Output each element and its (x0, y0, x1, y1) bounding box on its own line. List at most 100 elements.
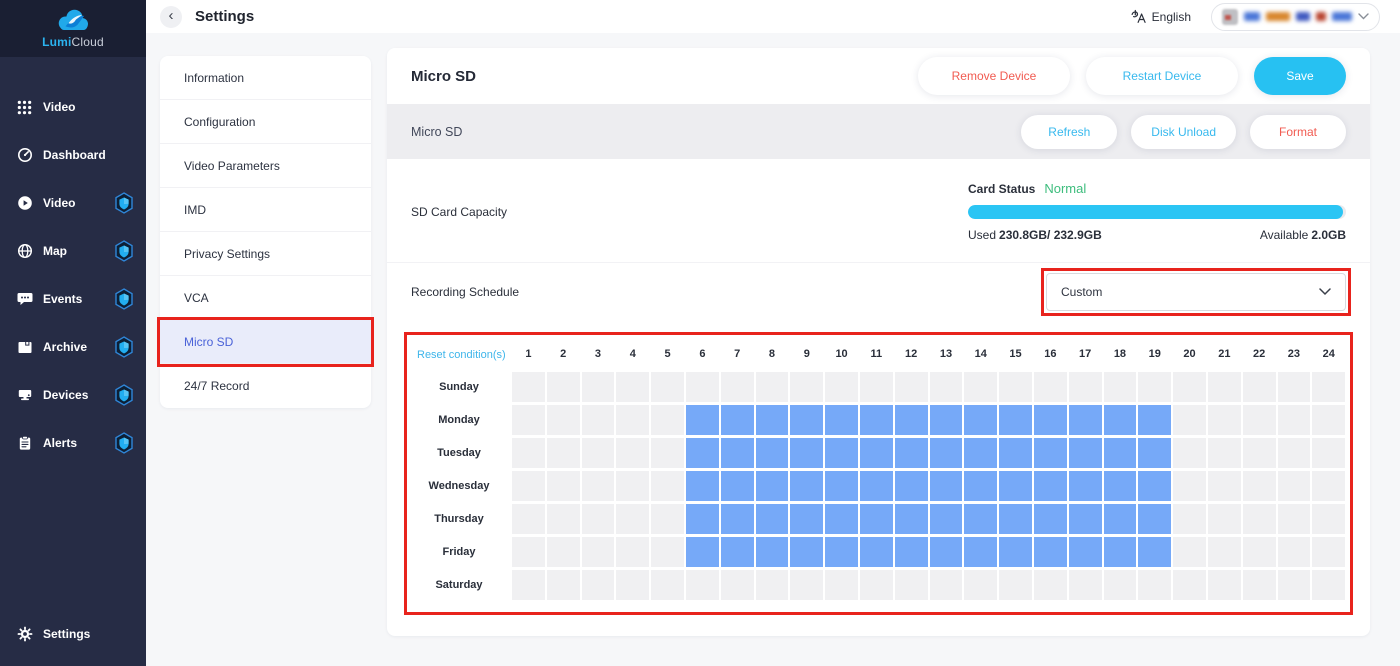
schedule-cell[interactable] (756, 438, 789, 468)
sidebar-item-settings[interactable]: Settings (0, 610, 146, 658)
schedule-cell[interactable] (1243, 438, 1276, 468)
disk-unload-button[interactable]: Disk Unload (1131, 115, 1236, 149)
schedule-cell[interactable] (1173, 570, 1206, 600)
schedule-cell[interactable] (1104, 504, 1137, 534)
schedule-cell[interactable] (651, 405, 684, 435)
schedule-cell[interactable] (1278, 471, 1311, 501)
schedule-cell[interactable] (1138, 372, 1171, 402)
settings-nav-item-micro-sd[interactable]: Micro SD (160, 320, 371, 364)
schedule-cell[interactable] (1173, 504, 1206, 534)
schedule-cell[interactable] (1138, 438, 1171, 468)
schedule-cell[interactable] (1312, 570, 1345, 600)
schedule-cell[interactable] (1278, 504, 1311, 534)
schedule-cell[interactable] (999, 405, 1032, 435)
schedule-cell[interactable] (1173, 405, 1206, 435)
schedule-cell[interactable] (721, 372, 754, 402)
refresh-button[interactable]: Refresh (1021, 115, 1117, 149)
schedule-cell[interactable] (1104, 438, 1137, 468)
sidebar-item-dashboard-1[interactable]: Dashboard (0, 131, 146, 179)
schedule-cell[interactable] (895, 471, 928, 501)
schedule-cell[interactable] (1312, 438, 1345, 468)
schedule-cell[interactable] (721, 471, 754, 501)
schedule-cell[interactable] (999, 504, 1032, 534)
schedule-cell[interactable] (1069, 471, 1102, 501)
schedule-cell[interactable] (1173, 372, 1206, 402)
schedule-cell[interactable] (1138, 471, 1171, 501)
schedule-cell[interactable] (721, 405, 754, 435)
schedule-cell[interactable] (756, 471, 789, 501)
schedule-cell[interactable] (1034, 537, 1067, 567)
schedule-cell[interactable] (825, 504, 858, 534)
schedule-cell[interactable] (512, 570, 545, 600)
schedule-cell[interactable] (547, 537, 580, 567)
schedule-cell[interactable] (1208, 405, 1241, 435)
schedule-cell[interactable] (1243, 372, 1276, 402)
schedule-cell[interactable] (582, 570, 615, 600)
schedule-cell[interactable] (930, 471, 963, 501)
schedule-cell[interactable] (825, 537, 858, 567)
restart-device-button[interactable]: Restart Device (1086, 57, 1238, 95)
schedule-cell[interactable] (512, 537, 545, 567)
schedule-cell[interactable] (825, 405, 858, 435)
schedule-cell[interactable] (1069, 405, 1102, 435)
reset-conditions-link[interactable]: Reset condition(s) (407, 349, 506, 361)
schedule-cell[interactable] (1138, 504, 1171, 534)
schedule-cell[interactable] (1069, 537, 1102, 567)
sidebar-item-video-0[interactable]: Video (0, 83, 146, 131)
schedule-cell[interactable] (616, 570, 649, 600)
schedule-cell[interactable] (686, 570, 719, 600)
schedule-cell[interactable] (756, 537, 789, 567)
schedule-cell[interactable] (547, 504, 580, 534)
schedule-cell[interactable] (547, 471, 580, 501)
schedule-cell[interactable] (790, 570, 823, 600)
schedule-cell[interactable] (616, 438, 649, 468)
schedule-cell[interactable] (582, 504, 615, 534)
schedule-cell[interactable] (895, 372, 928, 402)
schedule-cell[interactable] (1104, 372, 1137, 402)
schedule-cell[interactable] (1138, 570, 1171, 600)
schedule-cell[interactable] (1243, 471, 1276, 501)
schedule-cell[interactable] (651, 471, 684, 501)
schedule-cell[interactable] (582, 405, 615, 435)
schedule-cell[interactable] (547, 372, 580, 402)
schedule-cell[interactable] (1208, 438, 1241, 468)
schedule-cell[interactable] (999, 537, 1032, 567)
schedule-cell[interactable] (930, 504, 963, 534)
schedule-cell[interactable] (1208, 504, 1241, 534)
schedule-cell[interactable] (860, 537, 893, 567)
schedule-cell[interactable] (964, 438, 997, 468)
language-selector[interactable]: English (1131, 9, 1191, 24)
schedule-cell[interactable] (616, 405, 649, 435)
schedule-cell[interactable] (547, 570, 580, 600)
schedule-cell[interactable] (1278, 372, 1311, 402)
account-menu[interactable] (1211, 3, 1380, 31)
schedule-cell[interactable] (512, 438, 545, 468)
schedule-cell[interactable] (999, 438, 1032, 468)
schedule-cell[interactable] (1173, 471, 1206, 501)
schedule-cell[interactable] (790, 504, 823, 534)
schedule-cell[interactable] (930, 537, 963, 567)
schedule-cell[interactable] (1173, 438, 1206, 468)
schedule-cell[interactable] (1312, 471, 1345, 501)
sidebar-item-devices-6[interactable]: Devices (0, 371, 146, 419)
schedule-cell[interactable] (686, 504, 719, 534)
schedule-cell[interactable] (930, 405, 963, 435)
schedule-cell[interactable] (1243, 405, 1276, 435)
schedule-cell[interactable] (930, 438, 963, 468)
schedule-cell[interactable] (1278, 570, 1311, 600)
schedule-cell[interactable] (860, 471, 893, 501)
schedule-cell[interactable] (512, 471, 545, 501)
schedule-cell[interactable] (895, 570, 928, 600)
schedule-cell[interactable] (825, 438, 858, 468)
schedule-cell[interactable] (1312, 405, 1345, 435)
sidebar-item-archive-5[interactable]: Archive (0, 323, 146, 371)
schedule-cell[interactable] (1208, 471, 1241, 501)
schedule-cell[interactable] (1208, 537, 1241, 567)
schedule-cell[interactable] (686, 471, 719, 501)
settings-nav-item-24-7-record[interactable]: 24/7 Record (160, 364, 371, 408)
schedule-cell[interactable] (616, 471, 649, 501)
schedule-cell[interactable] (1104, 405, 1137, 435)
schedule-cell[interactable] (1278, 537, 1311, 567)
schedule-cell[interactable] (895, 537, 928, 567)
schedule-cell[interactable] (964, 471, 997, 501)
